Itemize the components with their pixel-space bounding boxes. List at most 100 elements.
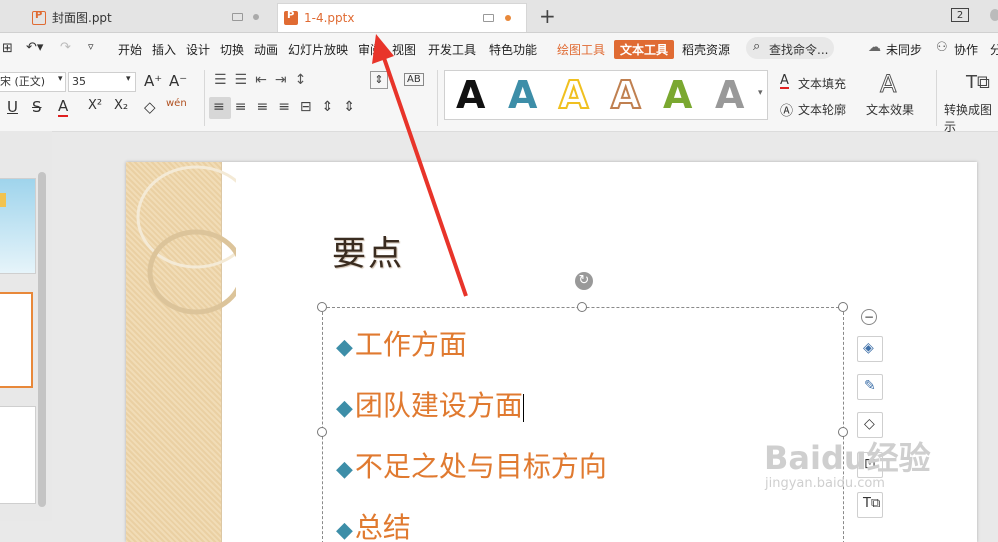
underline-button[interactable]: U: [7, 98, 18, 116]
pinyin-button[interactable]: wén: [166, 98, 187, 109]
diamond-bullet-icon: ◆: [336, 457, 353, 482]
resize-handle[interactable]: [317, 302, 327, 312]
font-color-button[interactable]: A: [58, 97, 69, 117]
text-style-black[interactable]: A: [456, 72, 485, 118]
bullet-text: 工作方面: [354, 328, 467, 361]
diamond-bullet-icon: ◆: [336, 335, 353, 360]
menu-text-tools[interactable]: 文本工具: [614, 40, 675, 59]
slide-thumbnail-3[interactable]: [0, 406, 36, 504]
collaborate-icon[interactable]: ⚇: [936, 40, 948, 55]
ring-decoration: [136, 165, 236, 315]
new-tab-plus-icon[interactable]: +: [539, 4, 556, 28]
avatar[interactable]: [990, 9, 998, 21]
text-cursor: [522, 393, 524, 422]
tab-cover-ppt[interactable]: 封面图.ppt: [26, 3, 268, 32]
bullet-text: 不足之处与目标方向: [354, 450, 607, 483]
resize-handle[interactable]: [577, 302, 587, 312]
grow-font-button[interactable]: A⁺: [144, 72, 162, 90]
subscript-button[interactable]: X₂: [114, 98, 128, 113]
text-direction-icon[interactable]: ⇕: [370, 71, 388, 89]
diamond-bullet-icon: ◆: [336, 396, 353, 421]
close-dot-icon[interactable]: [253, 14, 259, 20]
text-style-blue[interactable]: A: [508, 72, 537, 118]
monitor-icon[interactable]: [483, 14, 494, 22]
text-outline-button[interactable]: 文本轮廓: [798, 101, 846, 118]
menu-developer[interactable]: 开发工具: [428, 41, 476, 58]
resize-handle[interactable]: [317, 427, 327, 437]
tab-label: 封面图.ppt: [52, 11, 112, 25]
strikethrough-button[interactable]: S: [32, 98, 42, 116]
text-outline-icon[interactable]: Ⓐ: [780, 100, 793, 119]
tab-label: 1-4.pptx: [304, 11, 355, 25]
menu-resources[interactable]: 稻壳资源: [682, 41, 730, 58]
menu-view[interactable]: 视图: [392, 41, 416, 58]
shrink-font-button[interactable]: A⁻: [169, 72, 187, 90]
menu-special[interactable]: 特色功能: [489, 41, 537, 58]
share-button[interactable]: 分: [990, 41, 998, 58]
text-fill-icon[interactable]: A: [780, 74, 789, 89]
chevron-down-icon[interactable]: ▾: [126, 74, 131, 84]
cloud-icon[interactable]: ☁: [868, 40, 881, 55]
bullet-item[interactable]: ◆工作方面: [336, 323, 467, 363]
monitor-icon[interactable]: [232, 13, 243, 21]
menu-insert[interactable]: 插入: [152, 41, 176, 58]
ribbon-separator: [204, 70, 205, 126]
menu-grid-icon[interactable]: ⊞: [2, 41, 13, 56]
redo-icon[interactable]: ↷: [60, 40, 71, 55]
layers-icon[interactable]: ◈: [857, 336, 883, 362]
alignment-icons[interactable]: ≡≡≡≡⊟⇕⇕: [213, 99, 365, 115]
watermark-url: jingyan.baidu.com: [765, 476, 885, 491]
text-effect-icon[interactable]: A: [879, 70, 896, 99]
sync-status[interactable]: 未同步: [886, 41, 922, 58]
menu-slideshow[interactable]: 幻灯片放映: [288, 41, 348, 58]
pen-icon[interactable]: ✎: [857, 374, 883, 400]
text-style-tan-outline[interactable]: A: [610, 72, 641, 118]
menu-drawing-tools[interactable]: 绘图工具: [557, 41, 605, 58]
text-fill-button[interactable]: 文本填充: [798, 75, 846, 92]
search-icon: ⌕: [753, 39, 761, 54]
text-style-gold-outline[interactable]: A: [558, 72, 589, 118]
text-style-gray[interactable]: A: [715, 72, 744, 118]
menu-animation[interactable]: 动画: [254, 41, 278, 58]
collaborate-button[interactable]: 协作: [954, 41, 978, 58]
ribbon-separator: [936, 70, 937, 126]
menu-design[interactable]: 设计: [186, 41, 210, 58]
convert-diagram-icon[interactable]: T⧉: [966, 72, 990, 93]
ribbon-separator: [437, 70, 438, 126]
resize-handle[interactable]: [838, 302, 848, 312]
convert-diagram-button[interactable]: 转换成图示: [944, 101, 998, 135]
menu-transition[interactable]: 切换: [220, 41, 244, 58]
text-style-green[interactable]: A: [663, 72, 692, 118]
customize-arrow-icon[interactable]: ▿: [88, 40, 94, 53]
chevron-down-icon[interactable]: ▾: [58, 74, 63, 84]
font-name-select[interactable]: 宋 (正文): [0, 72, 66, 92]
bullet-text: 总结: [354, 511, 411, 542]
diamond-bullet-icon: ◆: [336, 518, 353, 542]
slide-title[interactable]: 要点: [332, 226, 404, 275]
bullet-text: 团队建设方面: [354, 389, 523, 422]
text-effect-button[interactable]: 文本效果: [866, 101, 914, 118]
command-search[interactable]: ⌕ 查找命令...: [746, 37, 834, 59]
watermark-logo: Baidu经验: [764, 439, 931, 477]
slide-thumbnail-2[interactable]: [0, 292, 33, 388]
gallery-more-icon[interactable]: ▾: [758, 88, 763, 98]
tab-1-4-pptx[interactable]: 1-4.pptx: [277, 3, 527, 32]
bullet-item[interactable]: ◆不足之处与目标方向: [336, 445, 607, 485]
bullet-item[interactable]: ◆团队建设方面: [336, 384, 524, 424]
bullet-item[interactable]: ◆总结: [336, 506, 411, 542]
collapse-icon[interactable]: −: [861, 309, 877, 325]
menu-review[interactable]: 审阅: [358, 41, 382, 58]
unsaved-dot-icon[interactable]: [505, 15, 511, 21]
undo-icon[interactable]: ↶▾: [26, 40, 43, 55]
ppt-file-icon: [32, 10, 46, 25]
ab-spacing-button[interactable]: AB: [404, 73, 424, 86]
list-format-icons[interactable]: ☰☰⇤⇥↕: [214, 72, 314, 88]
clear-format-button[interactable]: ◇: [144, 98, 156, 116]
superscript-button[interactable]: X²: [88, 98, 102, 113]
thumbnail-scrollbar[interactable]: [38, 172, 46, 507]
text-box-icon[interactable]: T⧉: [857, 492, 883, 518]
rotate-handle-icon[interactable]: ↻: [575, 272, 593, 290]
search-input[interactable]: 查找命令...: [769, 41, 828, 58]
window-count-badge[interactable]: 2: [951, 8, 969, 22]
menu-home[interactable]: 开始: [118, 41, 142, 58]
